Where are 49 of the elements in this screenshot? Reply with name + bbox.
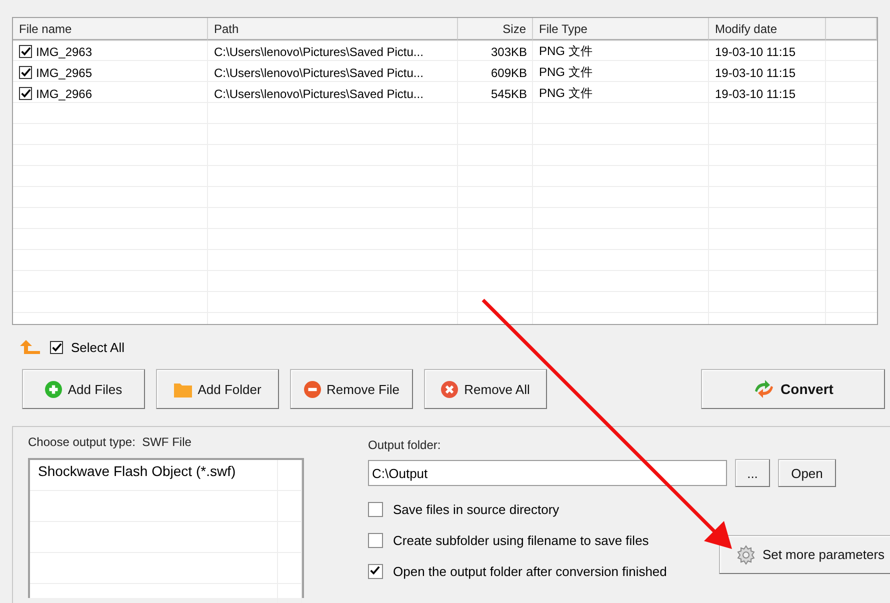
column-header[interactable]: File Type	[533, 18, 709, 40]
table-cell: C:\Users\lenovo\Pictures\Saved Pictu...	[214, 86, 424, 100]
close-icon	[441, 380, 458, 398]
table-cell: C:\Users\lenovo\Pictures\Saved Pictu...	[214, 44, 424, 58]
table-cell: PNG 文件	[539, 43, 592, 60]
row-checkbox[interactable]	[19, 45, 32, 58]
table-cell: PNG 文件	[539, 85, 592, 102]
table-cell: IMG_2965	[36, 66, 92, 80]
minus-icon	[304, 380, 321, 398]
table-cell: 19-03-10 11:15	[715, 44, 796, 58]
output-folder-field[interactable]: C:\Output	[368, 460, 727, 486]
convert-button[interactable]: Convert	[701, 369, 885, 409]
convert-icon	[752, 379, 775, 399]
select-all-label[interactable]: Select All	[71, 340, 124, 354]
option-checkbox[interactable]	[368, 502, 383, 517]
table-cell: 19-03-10 11:15	[715, 86, 796, 100]
toolbar-button[interactable]: Add Files	[22, 369, 145, 409]
option-label[interactable]: Save files in source directory	[393, 502, 560, 517]
row-checkbox[interactable]	[19, 66, 32, 79]
toolbar-button[interactable]: Remove File	[290, 369, 413, 409]
table-cell: IMG_2966	[36, 86, 92, 100]
folder-icon	[174, 380, 192, 398]
list-item[interactable]: Shockwave Flash Object (*.swf)	[30, 460, 278, 490]
gear-icon	[736, 544, 756, 564]
row-checkbox[interactable]	[19, 87, 32, 100]
option-checkbox[interactable]	[368, 564, 383, 579]
table-cell: IMG_2963	[36, 44, 92, 58]
option-label[interactable]: Create subfolder using filename to save files	[393, 533, 649, 548]
browse-button[interactable]: ...	[735, 459, 770, 487]
table-cell: 19-03-10 11:15	[715, 66, 796, 80]
table-cell: 545KB	[490, 86, 527, 100]
option-label[interactable]: Open the output folder after conversion finished	[393, 564, 667, 579]
output-folder-label: Output folder:	[368, 438, 442, 452]
column-header[interactable]: File name	[13, 18, 208, 40]
table-cell: C:\Users\lenovo\Pictures\Saved Pictu...	[214, 66, 424, 80]
select-all-checkbox[interactable]	[50, 340, 63, 354]
column-header[interactable]: Size	[458, 18, 533, 40]
toolbar-button[interactable]: Remove All	[424, 369, 547, 409]
column-header[interactable]: Path	[208, 18, 458, 40]
table-cell: PNG 文件	[539, 64, 592, 81]
column-header[interactable]: Modify date	[709, 18, 826, 40]
open-button[interactable]: Open	[778, 459, 836, 487]
toolbar-button[interactable]: Add Folder	[156, 369, 279, 409]
option-checkbox[interactable]	[368, 533, 383, 548]
table-cell: 609KB	[490, 66, 527, 80]
output-type-label: Choose output type: SWF File	[28, 435, 192, 449]
plus-icon	[44, 380, 62, 398]
set-more-parameters-button[interactable]: Set more parameters	[719, 535, 890, 574]
table-cell: 303KB	[490, 44, 527, 58]
